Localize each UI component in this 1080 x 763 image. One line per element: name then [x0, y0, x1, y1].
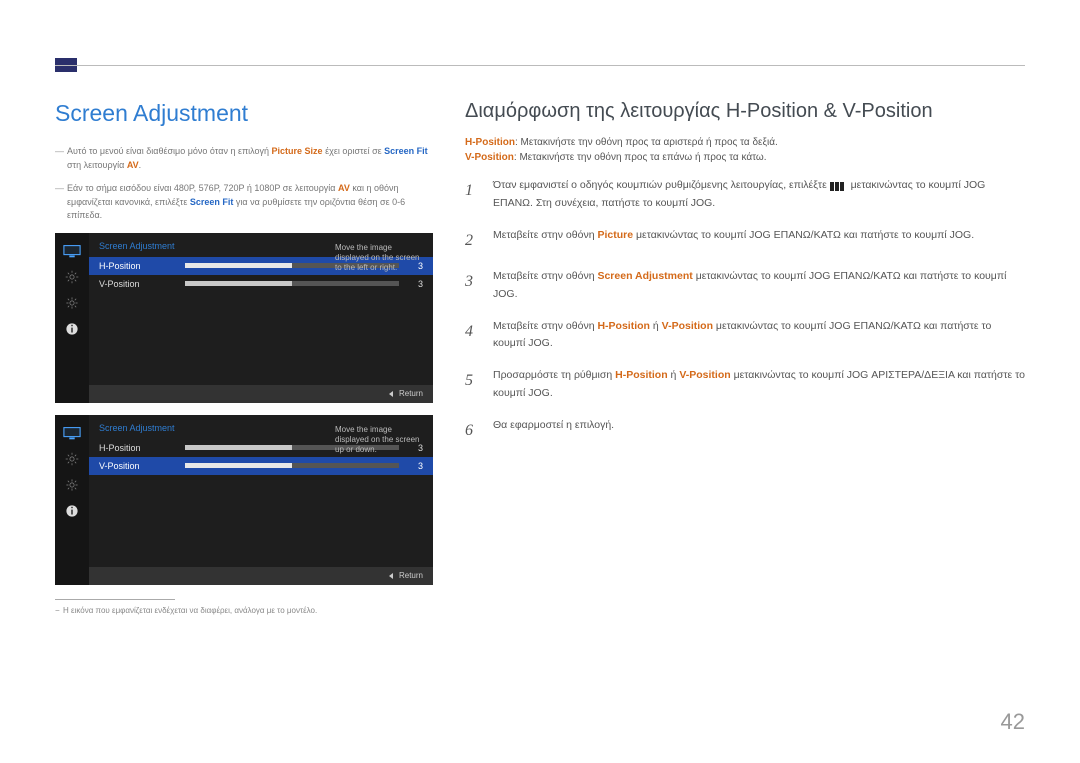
- right-column: Διαμόρφωση της λειτουργίας H-Position & …: [465, 100, 1025, 703]
- osd-row-v-position: V-Position 3: [89, 275, 433, 293]
- step-text: Όταν εμφανιστεί ο οδηγός κουμπιών ρυθμιζ…: [493, 179, 830, 191]
- osd-panel-h: Screen Adjustment H-Position 3 V-Positio…: [55, 233, 433, 403]
- step-highlight: V-Position: [679, 369, 730, 381]
- osd-panel-v: Screen Adjustment H-Position 3 V-Positio…: [55, 415, 433, 585]
- note-highlight: Picture Size: [272, 146, 323, 156]
- step-body: Προσαρμόστε τη ρύθμιση H-Position ή V-Po…: [493, 367, 1025, 403]
- step-number: 1: [465, 177, 479, 213]
- step-6: 6 Θα εφαρμοστεί η επιλογή.: [465, 417, 1025, 444]
- triangle-left-icon: [389, 573, 393, 579]
- step-text: Μεταβείτε στην οθόνη: [493, 270, 597, 282]
- note-highlight: AV: [127, 160, 139, 170]
- intro-highlight: H-Position: [465, 137, 515, 148]
- step-text: ή: [650, 320, 662, 332]
- intro-text: : Μετακινήστε την οθόνη προς τα αριστερά…: [515, 137, 778, 148]
- step-number: 2: [465, 227, 479, 254]
- note-text: Αυτό το μενού είναι διαθέσιμο μόνο όταν …: [67, 146, 272, 156]
- intro-highlight: V-Position: [465, 152, 514, 163]
- page-title: Διαμόρφωση της λειτουργίας H-Position & …: [465, 100, 1025, 123]
- menu-bars-icon: [830, 180, 848, 190]
- footnote: Η εικόνα που εμφανίζεται ενδέχεται να δι…: [55, 606, 435, 615]
- step-body: Θα εφαρμοστεί η επιλογή.: [493, 417, 614, 444]
- step-text: Προσαρμόστε τη ρύθμιση: [493, 369, 615, 381]
- step-number: 6: [465, 417, 479, 444]
- sun-icon: [62, 269, 82, 285]
- left-column: Screen Adjustment Αυτό το μενού είναι δι…: [55, 100, 435, 703]
- osd-description: Move the image displayed on the screen t…: [335, 243, 425, 273]
- note-text: Εάν το σήμα εισόδου είναι 480P, 576P, 72…: [67, 183, 338, 193]
- sun-icon: [62, 451, 82, 467]
- info-icon: [62, 503, 82, 519]
- triangle-left-icon: [389, 391, 393, 397]
- step-highlight: H-Position: [597, 320, 650, 332]
- step-number: 4: [465, 318, 479, 354]
- intro-h: H-Position: Μετακινήστε την οθόνη προς τ…: [465, 137, 1025, 148]
- osd-row-value: 3: [407, 461, 423, 471]
- page-number: 42: [1001, 709, 1025, 735]
- step-text: Μεταβείτε στην οθόνη: [493, 229, 597, 241]
- osd-sidebar: [55, 415, 89, 585]
- note-1: Αυτό το μενού είναι διαθέσιμο μόνο όταν …: [55, 145, 435, 172]
- osd-row-label: H-Position: [99, 261, 177, 271]
- header-rule: [55, 65, 1025, 66]
- note-2: Εάν το σήμα εισόδου είναι 480P, 576P, 72…: [55, 182, 435, 223]
- step-text: ή: [668, 369, 680, 381]
- gear-icon: [62, 295, 82, 311]
- osd-row-v-position: V-Position 3: [89, 457, 433, 475]
- section-title: Screen Adjustment: [55, 100, 435, 127]
- step-highlight: Picture: [597, 229, 633, 241]
- osd-slider: [185, 463, 399, 468]
- step-highlight: H-Position: [615, 369, 668, 381]
- step-number: 3: [465, 268, 479, 304]
- osd-main: Screen Adjustment H-Position 3 V-Positio…: [89, 233, 433, 403]
- intro-text: : Μετακινήστε την οθόνη προς τα επάνω ή …: [514, 152, 767, 163]
- step-3: 3 Μεταβείτε στην οθόνη Screen Adjustment…: [465, 268, 1025, 304]
- intro-v: V-Position: Μετακινήστε την οθόνη προς τ…: [465, 152, 1025, 163]
- osd-row-value: 3: [407, 279, 423, 289]
- info-icon: [62, 321, 82, 337]
- step-text: Θα εφαρμοστεί η επιλογή.: [493, 419, 614, 431]
- osd-row-label: H-Position: [99, 443, 177, 453]
- step-number: 5: [465, 367, 479, 403]
- monitor-icon: [62, 243, 82, 259]
- osd-description: Move the image displayed on the screen u…: [335, 425, 425, 455]
- osd-row-label: V-Position: [99, 279, 177, 289]
- osd-main: Screen Adjustment H-Position 3 V-Positio…: [89, 415, 433, 585]
- note-highlight: AV: [338, 183, 350, 193]
- osd-return-label: Return: [399, 389, 423, 398]
- content-area: Screen Adjustment Αυτό το μενού είναι δι…: [55, 100, 1025, 703]
- osd-slider: [185, 281, 399, 286]
- step-body: Μεταβείτε στην οθόνη H-Position ή V-Posi…: [493, 318, 1025, 354]
- note-highlight: Screen Fit: [384, 146, 428, 156]
- note-text: στη λειτουργία: [67, 160, 127, 170]
- step-highlight: V-Position: [662, 320, 713, 332]
- step-5: 5 Προσαρμόστε τη ρύθμιση H-Position ή V-…: [465, 367, 1025, 403]
- steps-list: 1 Όταν εμφανιστεί ο οδηγός κουμπιών ρυθμ…: [465, 177, 1025, 444]
- note-text: έχει οριστεί σε: [323, 146, 385, 156]
- osd-footer: Return: [89, 567, 433, 585]
- note-highlight: Screen Fit: [190, 197, 234, 207]
- step-body: Μεταβείτε στην οθόνη Screen Adjustment μ…: [493, 268, 1025, 304]
- step-body: Όταν εμφανιστεί ο οδηγός κουμπιών ρυθμιζ…: [493, 177, 1025, 213]
- note-text: .: [139, 160, 142, 170]
- step-4: 4 Μεταβείτε στην οθόνη H-Position ή V-Po…: [465, 318, 1025, 354]
- osd-return-label: Return: [399, 571, 423, 580]
- step-1: 1 Όταν εμφανιστεί ο οδηγός κουμπιών ρυθμ…: [465, 177, 1025, 213]
- gear-icon: [62, 477, 82, 493]
- step-text: Μεταβείτε στην οθόνη: [493, 320, 597, 332]
- step-highlight: Screen Adjustment: [597, 270, 692, 282]
- osd-sidebar: [55, 233, 89, 403]
- footnote-rule: [55, 599, 175, 600]
- step-text: μετακινώντας το κουμπί JOG ΕΠΑΝΩ/ΚΑΤΩ κα…: [633, 229, 974, 241]
- step-2: 2 Μεταβείτε στην οθόνη Picture μετακινών…: [465, 227, 1025, 254]
- osd-footer: Return: [89, 385, 433, 403]
- monitor-icon: [62, 425, 82, 441]
- step-body: Μεταβείτε στην οθόνη Picture μετακινώντα…: [493, 227, 974, 254]
- osd-row-label: V-Position: [99, 461, 177, 471]
